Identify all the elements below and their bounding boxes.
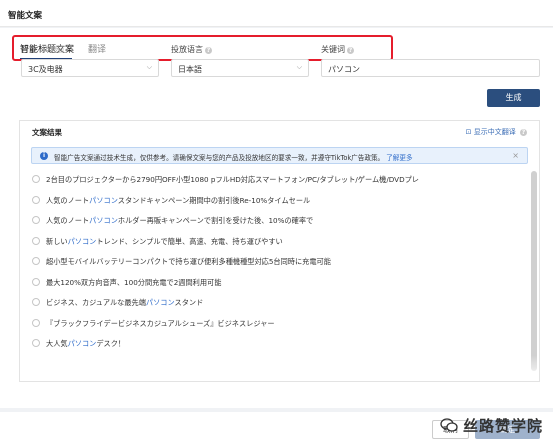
- page-title: 智能文案: [8, 11, 43, 21]
- result-text-part: 人気のノート: [46, 195, 90, 205]
- list-item[interactable]: ビジネス、カジュアルな最先端パソコンスタンド: [32, 294, 522, 315]
- result-text-part: 新しい: [46, 236, 68, 246]
- radio-button[interactable]: [32, 277, 40, 286]
- language-label: 投放语言?: [171, 44, 212, 55]
- scrollbar[interactable]: [531, 171, 537, 371]
- help-icon[interactable]: ?: [205, 47, 212, 54]
- result-text-part: 大人気: [46, 339, 68, 348]
- list-item[interactable]: 人気のノートパソコンホルダー再販キャンペーンで割引を受けた後、10%の確率で: [32, 212, 522, 233]
- keyword-highlight: パソコン: [145, 298, 175, 307]
- help-icon[interactable]: ?: [520, 129, 527, 136]
- industry-label: 行业（可选）: [21, 44, 69, 55]
- list-item[interactable]: 『ブラックフライデービジネスカジュアルシューズ』ビジネスレジャー: [32, 315, 522, 336]
- top-bar: 智能文案: [0, 0, 553, 27]
- result-text-part: 最大120%双方向音声、100分間充電で2週間利用可能: [46, 277, 222, 287]
- watermark: 丝路赞学院: [440, 414, 543, 436]
- radio-button[interactable]: [32, 195, 40, 204]
- info-icon: i: [40, 152, 48, 160]
- show-chinese-translation-toggle[interactable]: ⊡ 显示中文翻译 ?: [466, 127, 527, 137]
- keyword-label-text: 关键词: [321, 45, 345, 54]
- industry-optional-text: （可选）: [37, 45, 69, 54]
- industry-select[interactable]: 3C及电器 ⌵: [21, 59, 159, 77]
- keyword-input-value: パソコン: [328, 65, 360, 74]
- result-text: ビジネス、カジュアルな最先端パソコンスタンド: [46, 298, 203, 308]
- result-text: 人気のノートパソコンスタンドキャンペーン期間中の割引後Re-10%タイムセール: [46, 196, 310, 206]
- info-notice: i 智能广告文案通过技术生成，仅供参考。请确保文案与您的产品及投放地区的要求一致…: [31, 147, 528, 164]
- result-text-part: ホルダー再販キャンペーンで割引を受けた後、10%の確率で: [117, 216, 314, 225]
- radio-button[interactable]: [32, 216, 40, 224]
- result-text-part: スタンド: [174, 298, 204, 307]
- result-text: 2台目のプロジェクターから2790円OFF小型1080 pフルHD対応スマートフ…: [46, 175, 419, 185]
- wechat-icon: [440, 418, 458, 432]
- list-item[interactable]: 大人気パソコンデスク！: [32, 335, 522, 356]
- keyword-highlight: パソコン: [67, 339, 97, 348]
- close-icon[interactable]: ×: [512, 151, 519, 160]
- industry-label-text: 行业: [21, 45, 37, 54]
- list-item[interactable]: 新しいパソコントレンド、シンプルで簡単、高速、充電、持ち運びやすい: [32, 233, 522, 254]
- result-text-part: 人気のノート: [46, 216, 90, 225]
- results-list: 2台目のプロジェクターから2790円OFF小型1080 pフルHD対応スマートフ…: [32, 171, 522, 356]
- language-label-text: 投放语言: [171, 45, 203, 54]
- result-text: 最大120%双方向音声、100分間充電で2週間利用可能: [46, 278, 221, 288]
- result-text: 超小型モバイルバッテリーコンパクトで持ち運び便利多種機種型対応5台同時に充電可能: [46, 257, 331, 267]
- translate-icon: ⊡: [465, 128, 472, 136]
- result-text: 新しいパソコントレンド、シンプルで簡単、高速、充電、持ち運びやすい: [46, 237, 283, 247]
- radio-button[interactable]: [32, 257, 40, 265]
- help-icon[interactable]: ?: [347, 47, 354, 54]
- list-fade: [20, 355, 539, 381]
- chevron-down-icon: ⌵: [296, 63, 302, 71]
- language-select-value: 日本語: [178, 65, 202, 74]
- result-text-part: トレンド、シンプルで簡単、高速、充電、持ち運びやすい: [96, 236, 283, 246]
- chevron-down-icon: ⌵: [146, 63, 152, 71]
- show-chinese-translation-label: 显示中文翻译: [473, 128, 516, 136]
- keyword-highlight: パソコン: [67, 236, 97, 246]
- result-text-part: 2台目のプロジェクターから2790円OFF小型1080 pフルHD対応スマートフ…: [46, 175, 419, 184]
- learn-more-link[interactable]: 了解更多: [386, 154, 412, 162]
- keyword-input[interactable]: パソコン: [321, 59, 540, 77]
- result-text-part: ビジネス、カジュアルな最先端: [46, 298, 146, 307]
- result-text-part: 超小型モバイルバッテリーコンパクトで持ち運び便利多種機種型対応5台同時に充電可能: [46, 257, 331, 266]
- radio-button[interactable]: [32, 236, 40, 245]
- keyword-highlight: パソコン: [89, 216, 118, 225]
- notice-text: 智能广告文案通过技术生成，仅供参考。请确保文案与您的产品及投放地区的要求一致，并…: [54, 154, 385, 162]
- radio-button[interactable]: [32, 318, 40, 327]
- watermark-text: 丝路赞学院: [463, 416, 544, 435]
- language-select[interactable]: 日本語 ⌵: [171, 59, 309, 77]
- results-header: 文案结果 ⊡ 显示中文翻译 ?: [20, 121, 539, 141]
- result-text-part: 『ブラックフライデービジネスカジュアルシューズ』ビジネスレジャー: [46, 318, 275, 328]
- keyword-label: 关键词?: [321, 44, 354, 55]
- results-title: 文案结果: [32, 128, 62, 137]
- result-text: 『ブラックフライデービジネスカジュアルシューズ』ビジネスレジャー: [46, 319, 275, 329]
- result-text-part: デスク！: [96, 339, 126, 348]
- list-item[interactable]: 最大120%双方向音声、100分間充電で2週間利用可能: [32, 274, 522, 295]
- list-item[interactable]: 2台目のプロジェクターから2790円OFF小型1080 pフルHD対応スマートフ…: [32, 171, 522, 192]
- keyword-highlight: パソコン: [89, 195, 118, 205]
- list-item[interactable]: 人気のノートパソコンスタンドキャンペーン期間中の割引後Re-10%タイムセール: [32, 192, 522, 213]
- radio-button[interactable]: [32, 175, 40, 183]
- generate-button[interactable]: 生成: [487, 89, 540, 107]
- industry-select-value: 3C及电器: [28, 65, 63, 74]
- result-text-part: スタンドキャンペーン期間中の割引後Re-10%タイムセール: [117, 195, 311, 205]
- result-text: 人気のノートパソコンホルダー再販キャンペーンで割引を受けた後、10%の確率で: [46, 216, 313, 226]
- list-item[interactable]: 超小型モバイルバッテリーコンパクトで持ち運び便利多種機種型対応5台同時に充電可能: [32, 253, 522, 274]
- result-text: 大人気パソコンデスク！: [46, 339, 125, 349]
- radio-button[interactable]: [32, 339, 40, 347]
- results-panel: 文案结果 ⊡ 显示中文翻译 ? i 智能广告文案通过技术生成，仅供参考。请确保文…: [19, 120, 540, 382]
- radio-button[interactable]: [32, 298, 40, 306]
